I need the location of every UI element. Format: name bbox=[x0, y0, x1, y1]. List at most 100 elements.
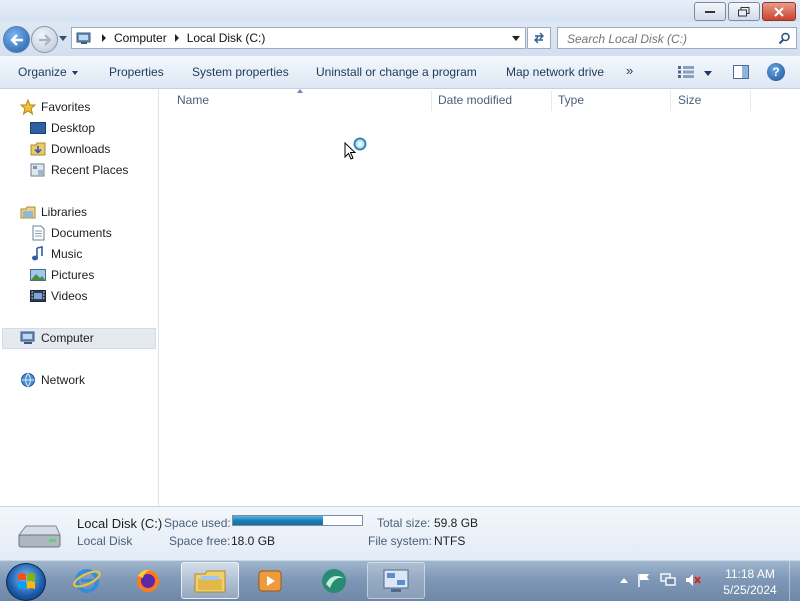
column-divider[interactable] bbox=[670, 91, 671, 111]
space-used-label: Space used: bbox=[164, 516, 231, 530]
organize-menu[interactable]: Organize bbox=[18, 65, 78, 79]
map-network-drive-button[interactable]: Map network drive bbox=[506, 65, 604, 79]
details-pane: Local Disk (C:) Local Disk Space used: S… bbox=[0, 506, 800, 561]
column-date-modified[interactable]: Date modified bbox=[438, 93, 512, 107]
column-divider[interactable] bbox=[551, 91, 552, 111]
forward-button[interactable] bbox=[31, 26, 58, 53]
nav-documents-label: Documents bbox=[51, 226, 112, 240]
nav-downloads-label: Downloads bbox=[51, 142, 111, 156]
windows-logo-icon bbox=[18, 573, 35, 589]
more-commands-button[interactable]: » bbox=[626, 63, 633, 78]
column-divider[interactable] bbox=[750, 91, 751, 111]
system-tray bbox=[620, 573, 701, 587]
control-panel-icon bbox=[383, 569, 409, 592]
nav-pictures[interactable]: Pictures bbox=[30, 265, 94, 285]
nav-videos[interactable]: Videos bbox=[30, 286, 87, 306]
network-globe-icon bbox=[20, 372, 36, 388]
nav-desktop[interactable]: Desktop bbox=[30, 118, 95, 138]
taskbar-firefox[interactable] bbox=[119, 562, 177, 599]
breadcrumb-separator[interactable] bbox=[102, 34, 106, 42]
system-properties-button[interactable]: System properties bbox=[192, 65, 289, 79]
search-input[interactable] bbox=[565, 29, 779, 49]
column-type[interactable]: Type bbox=[558, 93, 584, 107]
column-divider[interactable] bbox=[431, 91, 432, 111]
nav-network[interactable]: Network bbox=[20, 370, 85, 390]
nav-computer[interactable]: Computer bbox=[20, 328, 94, 348]
firefox-icon bbox=[137, 569, 159, 592]
star-icon bbox=[20, 99, 36, 115]
start-button[interactable] bbox=[6, 563, 46, 601]
navigation-pane: Favorites Desktop Downloads Recent Place… bbox=[0, 89, 159, 506]
system-clock[interactable]: 11:18 AM 5/25/2024 bbox=[712, 566, 788, 598]
nav-libraries-label: Libraries bbox=[41, 205, 88, 219]
show-desktop-button[interactable] bbox=[789, 561, 800, 601]
breadcrumb-computer[interactable]: Computer bbox=[114, 31, 167, 45]
breadcrumb-local-disk[interactable]: Local Disk (C:) bbox=[187, 31, 266, 45]
total-size-value: 59.8 GB bbox=[434, 516, 479, 530]
drive-type: Local Disk bbox=[77, 534, 133, 548]
uninstall-program-button[interactable]: Uninstall or change a program bbox=[316, 65, 477, 79]
chevron-down-icon bbox=[71, 70, 78, 75]
column-name[interactable]: Name bbox=[177, 93, 209, 107]
back-button[interactable] bbox=[3, 26, 30, 53]
close-button[interactable] bbox=[762, 2, 796, 21]
file-system-label: File system: bbox=[368, 534, 433, 548]
organize-label: Organize bbox=[18, 65, 67, 79]
taskbar-control-panel[interactable] bbox=[367, 562, 425, 599]
caption-buttons bbox=[694, 2, 796, 21]
clock-date: 5/25/2024 bbox=[723, 583, 777, 597]
minimize-button[interactable] bbox=[694, 2, 726, 21]
nav-music[interactable]: Music bbox=[30, 244, 82, 264]
total-size-label: Total size: bbox=[377, 516, 431, 530]
column-size[interactable]: Size bbox=[678, 93, 701, 107]
space-used-fill bbox=[233, 516, 324, 525]
internet-explorer-icon bbox=[73, 568, 101, 593]
green-swirl-app-icon bbox=[322, 568, 346, 593]
computer-icon bbox=[76, 32, 91, 44]
search-box[interactable] bbox=[557, 27, 797, 49]
hard-drive-icon bbox=[17, 525, 61, 548]
nav-libraries[interactable]: Libraries bbox=[20, 202, 87, 222]
nav-documents[interactable]: Documents bbox=[30, 223, 112, 243]
busy-cursor-icon bbox=[344, 137, 367, 160]
forward-arrow-icon bbox=[38, 33, 52, 46]
folder-icon bbox=[194, 570, 226, 592]
change-view-icon[interactable] bbox=[678, 66, 694, 78]
nav-favorites[interactable]: Favorites bbox=[20, 97, 90, 117]
nav-computer-label: Computer bbox=[41, 331, 94, 345]
volume-muted-icon[interactable] bbox=[685, 573, 701, 587]
taskbar-windows-explorer[interactable] bbox=[181, 562, 239, 599]
recent-places-icon bbox=[30, 162, 46, 178]
address-history-dropdown[interactable] bbox=[512, 36, 520, 41]
action-center-flag-icon[interactable] bbox=[637, 573, 651, 587]
title-bar bbox=[0, 0, 800, 22]
taskbar-app-green[interactable] bbox=[305, 562, 363, 599]
properties-button[interactable]: Properties bbox=[109, 65, 164, 79]
clock-time: 11:18 AM bbox=[725, 567, 775, 581]
refresh-icon bbox=[534, 32, 544, 44]
media-player-icon bbox=[258, 570, 282, 591]
nav-favorites-label: Favorites bbox=[41, 100, 91, 114]
file-list-area[interactable]: Name Date modified Type Size bbox=[159, 89, 800, 506]
space-free-value: 18.0 GB bbox=[231, 534, 276, 548]
command-bar: Organize Properties System properties Un… bbox=[0, 56, 800, 89]
nav-pictures-label: Pictures bbox=[51, 268, 95, 282]
restore-button[interactable] bbox=[728, 2, 760, 21]
taskbar-media-player[interactable] bbox=[242, 562, 300, 599]
nav-downloads[interactable]: Downloads bbox=[30, 139, 110, 159]
network-status-icon[interactable] bbox=[660, 573, 676, 587]
search-icon[interactable] bbox=[778, 32, 791, 45]
refresh-button[interactable] bbox=[527, 27, 551, 49]
taskbar-internet-explorer[interactable] bbox=[58, 562, 116, 599]
nav-recent-places[interactable]: Recent Places bbox=[30, 160, 128, 180]
address-bar[interactable]: Computer Local Disk (C:) bbox=[71, 27, 526, 49]
breadcrumb-separator[interactable] bbox=[174, 34, 179, 42]
help-button[interactable]: ? bbox=[767, 63, 785, 81]
recent-pages-dropdown[interactable] bbox=[59, 36, 67, 41]
file-system-value: NTFS bbox=[434, 534, 466, 548]
libraries-icon bbox=[20, 204, 36, 220]
view-options-dropdown[interactable] bbox=[704, 71, 712, 76]
preview-pane-icon[interactable] bbox=[733, 65, 749, 79]
minimize-icon bbox=[705, 10, 715, 13]
show-hidden-icons-icon[interactable] bbox=[620, 577, 628, 583]
